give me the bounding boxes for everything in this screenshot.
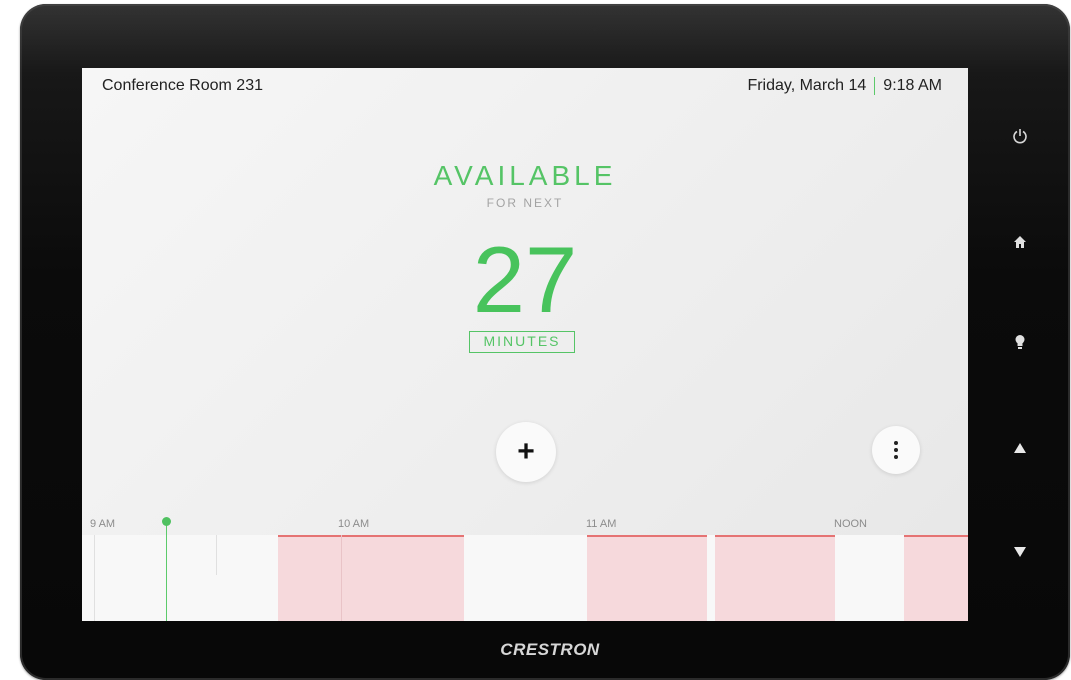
home-button[interactable] (1008, 230, 1032, 254)
down-button[interactable] (1008, 540, 1032, 564)
booked-slot[interactable] (278, 535, 464, 621)
plus-icon: + (517, 435, 535, 468)
add-reservation-button[interactable]: + (496, 422, 556, 482)
minutes-unit-label: MINUTES (469, 331, 575, 353)
current-date: Friday, March 14 (747, 77, 867, 94)
vertical-dots-icon (894, 441, 898, 459)
current-time-indicator (166, 523, 167, 621)
more-options-button[interactable] (872, 426, 920, 474)
down-arrow-icon (1014, 547, 1026, 557)
schedule-timeline[interactable] (82, 535, 968, 621)
up-arrow-icon (1014, 443, 1026, 453)
timeline-gridline (94, 535, 95, 621)
up-button[interactable] (1008, 436, 1032, 460)
booked-slot[interactable] (587, 535, 707, 621)
camera-lens (592, 26, 597, 31)
date-time-divider (874, 77, 876, 95)
availability-sub-label: FOR NEXT (486, 196, 564, 210)
brand-logo: CRESTRON (500, 640, 600, 659)
current-time-dot (162, 517, 171, 526)
timeline-gridline (341, 535, 342, 621)
minutes-remaining: 27 (472, 227, 578, 332)
timeline-label-10am: 10 AM (338, 518, 370, 530)
power-button[interactable] (1008, 124, 1032, 148)
lightbulb-icon (1015, 335, 1025, 349)
home-icon (1014, 236, 1026, 248)
booked-slot[interactable] (904, 535, 968, 621)
booked-slot[interactable] (715, 535, 835, 621)
availability-status: AVAILABLE (433, 160, 617, 191)
power-icon (1013, 129, 1027, 144)
timeline-label-11am: 11 AM (586, 518, 617, 530)
timeline-label-noon: NOON (834, 518, 867, 530)
date-time: Friday, March 14 9:18 AM (747, 77, 942, 95)
current-time: 9:18 AM (883, 77, 942, 94)
timeline-label-9am: 9 AM (90, 518, 116, 530)
room-name: Conference Room 231 (102, 77, 263, 94)
room-scheduling-screen: Conference Room 231 Friday, March 14 9:1… (82, 68, 968, 621)
timeline-gridline (216, 535, 217, 575)
lights-button[interactable] (1008, 330, 1032, 354)
